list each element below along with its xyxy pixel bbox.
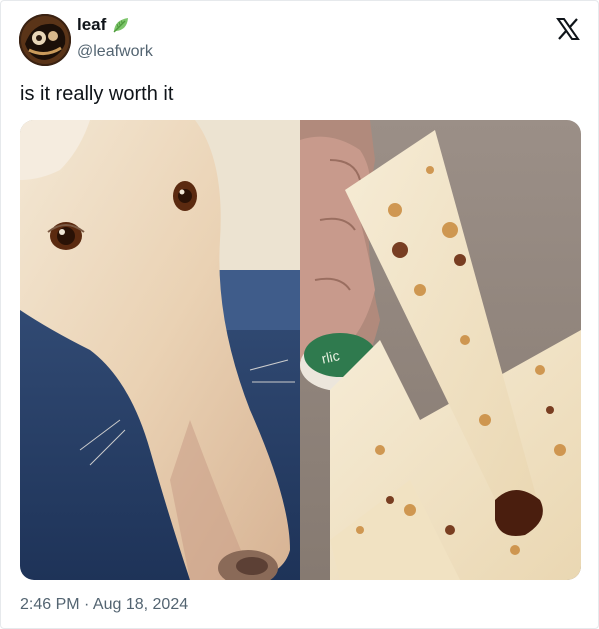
author-name-row: leaf — [77, 15, 131, 35]
tweet-media[interactable]: rlic — [20, 120, 581, 580]
cheese-breadstick-photo: rlic — [300, 120, 581, 580]
avatar-image — [19, 14, 71, 66]
x-logo-icon[interactable] — [556, 17, 580, 41]
tweet-timestamp[interactable]: 2:46 PM · Aug 18, 2024 — [20, 596, 188, 614]
leaf-icon — [111, 15, 131, 35]
borzoi-dog-photo — [20, 120, 300, 580]
display-name[interactable]: leaf — [77, 15, 106, 35]
author-handle[interactable]: @leafwork — [77, 43, 153, 61]
avatar[interactable] — [19, 14, 71, 66]
tweet-card: leaf @leafwork is it really worth it rli… — [0, 0, 599, 629]
tweet-text: is it really worth it — [20, 83, 174, 105]
